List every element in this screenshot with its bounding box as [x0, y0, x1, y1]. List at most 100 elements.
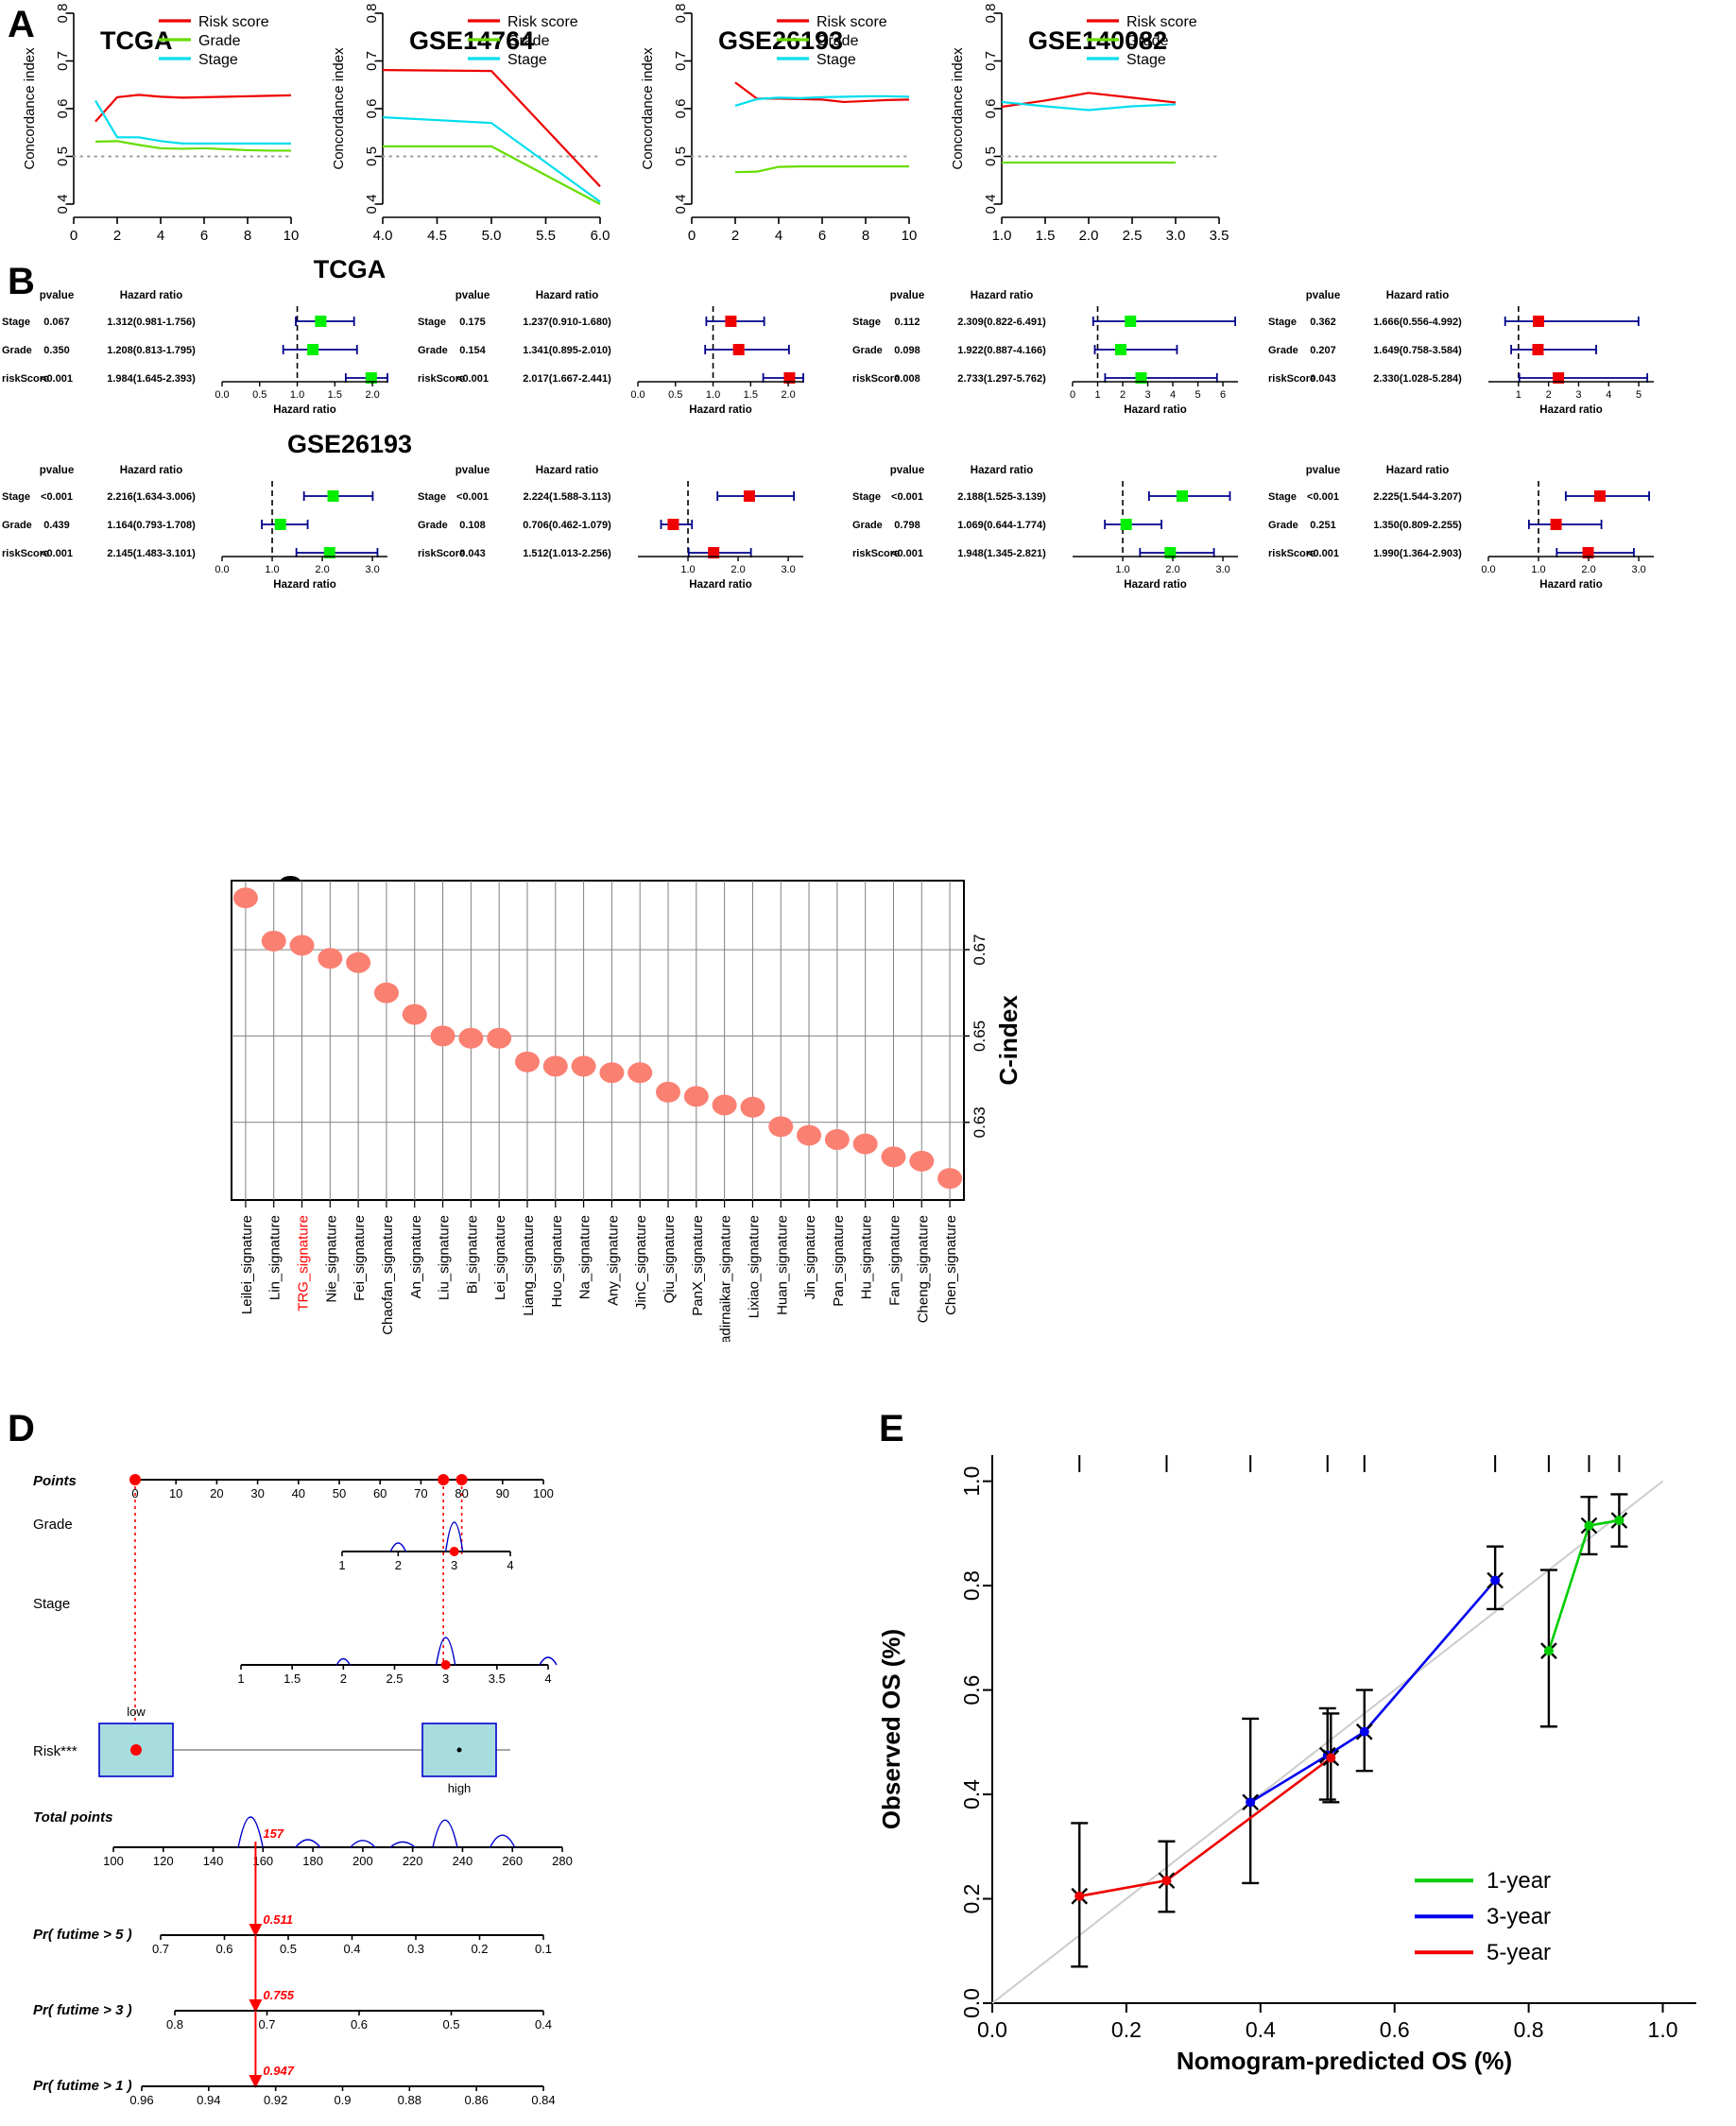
forest-row-name: Stage	[852, 491, 881, 503]
point-estimate-marker	[315, 316, 327, 327]
nomogram-row-label: Stage	[33, 1596, 70, 1612]
legend-label-1: Grade	[1126, 33, 1169, 49]
forest-row-hr: 1.922(0.887-4.166)	[957, 345, 1046, 356]
forest-row-hr: 1.312(0.981-1.756)	[107, 317, 196, 328]
e-y-tick: 0.8	[959, 1570, 984, 1601]
forest-x-tick: 4	[1606, 389, 1611, 401]
forest-row-hr: 1.164(0.793-1.708)	[107, 520, 196, 531]
nomogram-tick-label: 1	[237, 1672, 244, 1686]
point-estimate-marker	[1177, 490, 1189, 502]
nomogram-tick-label: 100	[103, 1854, 124, 1868]
forest-row-hr: 1.350(0.809-2.255)	[1373, 520, 1462, 531]
forest-row-hr: 1.984(1.645-2.393)	[107, 373, 196, 385]
forest-row-pvalue: 0.108	[459, 520, 486, 531]
forest-row-pvalue: 0.154	[459, 345, 486, 356]
nomogram-tick-label: 0.96	[129, 2093, 153, 2107]
y-tick-label: 0.6	[364, 99, 380, 119]
point-estimate-marker	[1532, 344, 1544, 355]
forest-x-tick: 0.0	[1481, 564, 1495, 575]
point-estimate-marker	[327, 490, 339, 502]
y-axis-label: Concordance index	[331, 47, 347, 170]
y-axis-label: Concordance index	[640, 47, 656, 170]
nomogram-tick-label: 70	[414, 1486, 427, 1500]
y-tick-label: 0.7	[364, 51, 380, 71]
forest-group-2: GSE26193 pvalue Hazard ratio Stage <0.001 2.2…	[2, 430, 803, 591]
e-x-tick: 0.2	[1111, 2017, 1142, 2042]
x-tick-label: 10	[284, 228, 300, 244]
panel-c-cindex-chart: 0.63 0.65 0.67 C-index Leilei_signature Lin_s…	[231, 880, 1023, 1342]
forest-row-pvalue: 0.112	[895, 317, 920, 328]
y-tick-label: 0.6	[673, 99, 689, 119]
point-estimate-marker	[725, 316, 737, 327]
panel-a: 0.4 0.5 0.6 0.7 0.8 Concordance index 0 2 4 6 8 10 T…	[0, 0, 1229, 246]
col-header-hr: Hazard ratio	[1386, 290, 1449, 301]
y-tick-label: 0.4	[364, 195, 380, 214]
forest-row-pvalue: 0.175	[459, 317, 486, 328]
col-header-pvalue: pvalue	[455, 465, 490, 476]
series-line-0	[382, 68, 601, 188]
forest-row-hr: 1.237(0.910-1.680)	[523, 317, 611, 328]
c-category-label: PanX_signature	[690, 1215, 706, 1316]
forest-row-name: Stage	[1268, 491, 1297, 503]
forest-x-axis-label: Hazard ratio	[273, 579, 335, 591]
x-tick-label: 10	[902, 228, 918, 244]
col-header-pvalue: pvalue	[890, 465, 924, 476]
forest-row-pvalue: <0.001	[456, 373, 489, 385]
panel-c-plot: 0.63 0.65 0.67 C-index Leilei_signature Lin_s…	[231, 880, 1023, 1342]
forest-row-hr: 1.990(1.364-2.903)	[1373, 548, 1462, 559]
forest-row-hr: 2.330(1.028-5.284)	[1373, 373, 1462, 385]
x-tick-label: 5.0	[482, 228, 502, 244]
nomogram-tick-label: 90	[496, 1486, 509, 1500]
calibration-line-3-year	[1249, 1579, 1497, 1804]
forest-x-tick: 2.0	[365, 389, 379, 401]
e-y-tick: 1.0	[959, 1466, 984, 1497]
y-tick-label: 0.7	[983, 51, 999, 71]
forest-row-hr: 1.341(0.895-2.010)	[523, 345, 611, 356]
x-tick-label: 2.5	[1123, 228, 1143, 244]
data-point	[542, 1055, 568, 1077]
panel-e-plot: 0.0 0.2 0.4 0.6 0.8 1.0 0.0 0.2 0.4 0.6 0.8 1.0 Obse…	[877, 1455, 1696, 2075]
nomogram-tick-label: 280	[552, 1854, 573, 1868]
series-line-1	[734, 165, 909, 174]
c-category-label: An_signature	[408, 1215, 424, 1298]
nomogram-tick-label: 220	[403, 1854, 423, 1868]
forest-row-name: Stage	[2, 317, 30, 328]
col-header-hr: Hazard ratio	[971, 290, 1033, 301]
nomogram-tick-label: 0.6	[351, 2017, 368, 2032]
c-category-label: Huo_signature	[549, 1215, 565, 1308]
x-tick-label: 1.0	[992, 228, 1012, 244]
nomogram-row-label: Points	[33, 1473, 77, 1489]
c-category-label: Bi_signature	[464, 1215, 480, 1294]
forest-x-axis-label: Hazard ratio	[273, 404, 335, 416]
c-category-label: Liu_signature	[437, 1215, 453, 1300]
nomogram-tick-label: 0.1	[535, 1942, 552, 1956]
legend-label-2: Stage	[1126, 52, 1166, 68]
forest-row-name: Grade	[2, 520, 32, 531]
forest-x-tick: 1.5	[328, 389, 342, 401]
panel-a-charts: 0.4 0.5 0.6 0.7 0.8 Concordance index 0 2 4 6 8 10 T…	[22, 4, 1229, 246]
forest-row-pvalue: <0.001	[891, 491, 923, 503]
y-tick-label: 0.8	[673, 4, 689, 24]
forest-row-hr: 2.188(1.525-3.139)	[957, 491, 1046, 503]
nomogram-tick-label: 0.5	[442, 2017, 459, 2032]
grade-selected-marker	[449, 1547, 459, 1556]
e-legend-label-2: 5-year	[1487, 1940, 1551, 1965]
nomogram-tick-label: 260	[502, 1854, 523, 1868]
calibration-point	[1614, 1516, 1624, 1526]
c-category-label: Leilei_signature	[239, 1215, 255, 1314]
forest-x-axis-label: Hazard ratio	[1539, 404, 1602, 416]
forest-row-name: Grade	[418, 520, 448, 531]
risk-selected-marker	[130, 1744, 142, 1756]
calibration-point	[1074, 1891, 1085, 1901]
forest-row-name: Grade	[418, 345, 448, 356]
forest-x-tick: 3	[1144, 389, 1150, 401]
forest-group-3: GSE140082pvalueHazard ratioStage<0.0012.…	[852, 465, 1654, 591]
calibration-point	[1161, 1876, 1172, 1886]
x-axis-label: Time (years)	[466, 245, 545, 246]
c-category-label: Fan_signature	[886, 1215, 902, 1306]
data-point	[712, 1094, 737, 1116]
data-point	[881, 1146, 906, 1168]
total-points-density-2	[350, 1840, 376, 1848]
e-legend-label-0: 1-year	[1487, 1868, 1551, 1894]
forest-x-tick: 5	[1636, 389, 1641, 401]
